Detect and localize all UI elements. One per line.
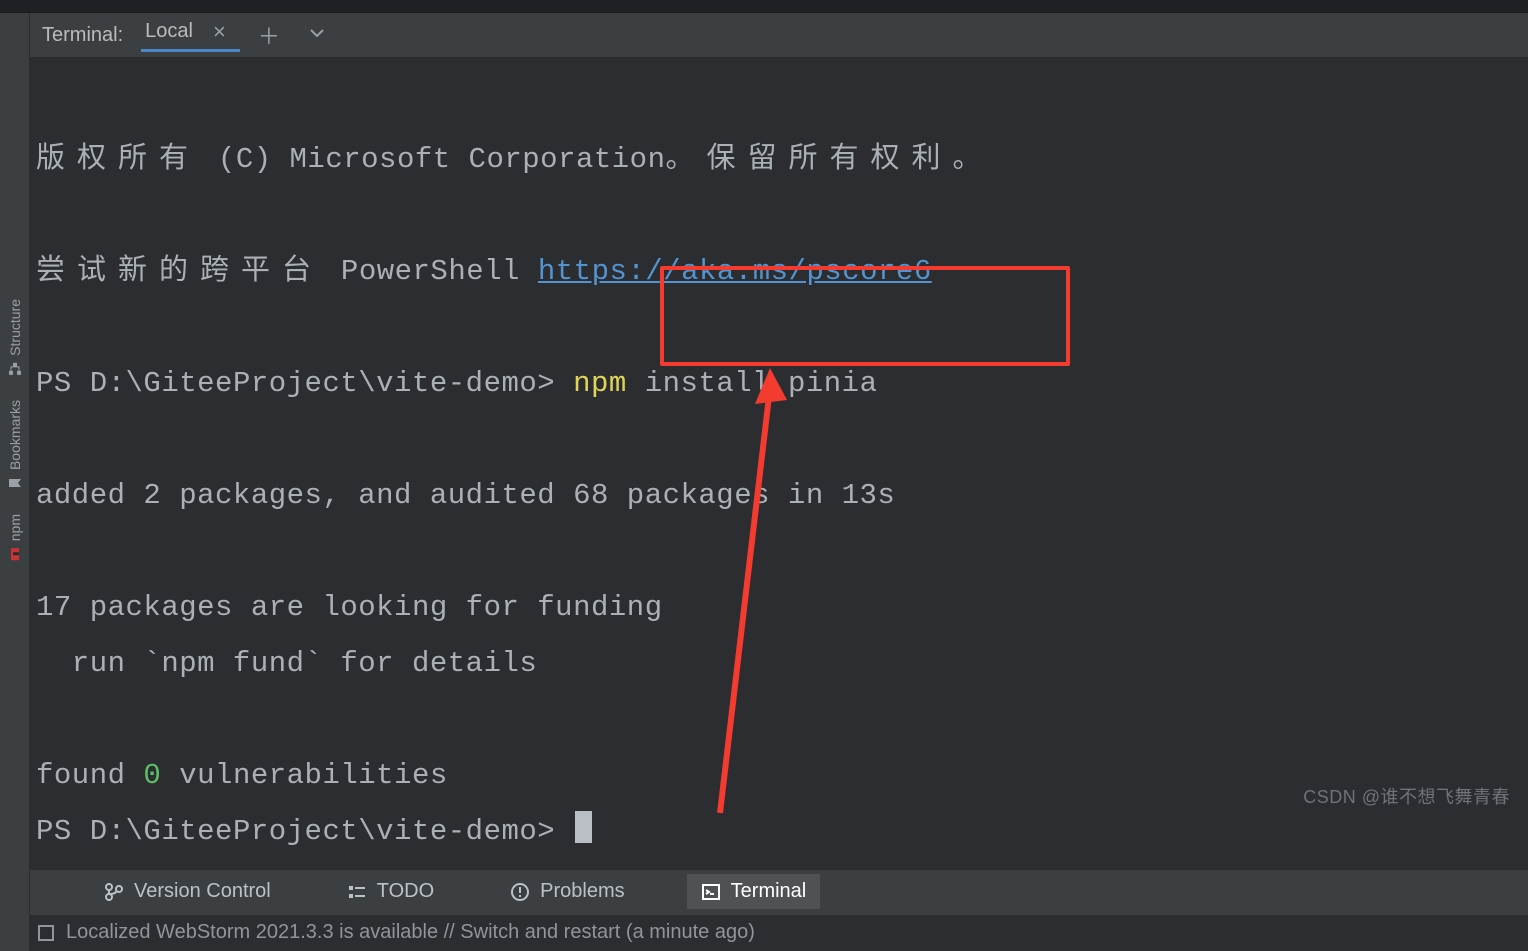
chevron-down-icon[interactable] bbox=[298, 24, 336, 47]
title-bar-strip bbox=[0, 0, 1528, 13]
terminal-title: Terminal: bbox=[42, 24, 133, 47]
npm-icon bbox=[8, 547, 22, 561]
toolwindow-structure[interactable]: Structure bbox=[7, 293, 23, 382]
copyright-en: (C) Microsoft Corporation bbox=[218, 143, 666, 176]
tab-terminal-label: Terminal bbox=[731, 880, 807, 903]
terminal-tab-label: Local bbox=[145, 20, 193, 43]
prompt2-ps: PS bbox=[36, 815, 90, 848]
toolwindow-structure-label: Structure bbox=[7, 299, 23, 356]
cmd-rest: install pinia bbox=[627, 367, 878, 400]
tab-todo[interactable]: TODO bbox=[333, 874, 448, 909]
terminal-body[interactable]: 版权所有 (C) Microsoft Corporation。保留所有权利。 尝… bbox=[30, 58, 1528, 869]
try-en: PowerShell bbox=[341, 255, 520, 288]
add-terminal-button[interactable]: ＋ bbox=[248, 19, 290, 51]
problems-icon bbox=[510, 882, 530, 902]
toolwindow-npm[interactable]: npm bbox=[7, 508, 23, 567]
tab-terminal[interactable]: Terminal bbox=[687, 874, 821, 909]
todo-icon bbox=[347, 882, 367, 902]
status-indicator-icon[interactable] bbox=[38, 925, 54, 941]
console-output: 版权所有 (C) Microsoft Corporation。保留所有权利。 尝… bbox=[36, 76, 1520, 869]
bookmark-icon bbox=[8, 476, 22, 490]
copyright-cjk-post: 。保留所有权利。 bbox=[666, 143, 994, 176]
funding-line1: 17 packages are looking for funding bbox=[36, 591, 663, 624]
main-column: Terminal: Local × ＋ 版权所有 (C) Microsoft C… bbox=[30, 13, 1528, 951]
terminal-icon bbox=[701, 882, 721, 902]
prompt2-path: D:\GiteeProject\vite-demo> bbox=[90, 815, 555, 848]
terminal-tab-local[interactable]: Local × bbox=[141, 19, 240, 52]
pscore-link[interactable]: https://aka.ms/pscore6 bbox=[538, 255, 932, 288]
added-line: added 2 packages, and audited 68 package… bbox=[36, 479, 895, 512]
cmd-npm: npm bbox=[573, 367, 627, 400]
tab-version-control[interactable]: Version Control bbox=[90, 874, 285, 909]
watermark: CSDN @谁不想飞舞青春 bbox=[1303, 783, 1510, 809]
tab-vcs-label: Version Control bbox=[134, 880, 271, 903]
bottom-toolwindow-bar: Version Control TODO Problems Terminal bbox=[30, 869, 1528, 914]
structure-icon bbox=[8, 362, 22, 376]
copyright-cjk-pre: 版权所有 bbox=[36, 143, 200, 176]
prompt1-path: D:\GiteeProject\vite-demo> bbox=[90, 367, 555, 400]
found-zero: 0 bbox=[143, 759, 161, 792]
funding-line2: run `npm fund` for details bbox=[36, 647, 537, 680]
status-bar: Localized WebStorm 2021.3.3 is available… bbox=[30, 914, 1528, 951]
prompt1-ps: PS bbox=[36, 367, 90, 400]
left-tool-strip: Structure Bookmarks npm bbox=[0, 13, 30, 951]
toolwindow-bookmarks-label: Bookmarks bbox=[7, 400, 23, 470]
status-text[interactable]: Localized WebStorm 2021.3.3 is available… bbox=[66, 921, 755, 944]
toolwindow-bookmarks[interactable]: Bookmarks bbox=[7, 394, 23, 496]
shell: Structure Bookmarks npm Terminal: Local … bbox=[0, 13, 1528, 951]
found-pre: found bbox=[36, 759, 143, 792]
tab-todo-label: TODO bbox=[377, 880, 434, 903]
tab-problems-label: Problems bbox=[540, 880, 624, 903]
close-icon[interactable]: × bbox=[203, 19, 236, 45]
try-cjk: 尝试新的跨平台 bbox=[36, 255, 323, 288]
cursor-block bbox=[575, 811, 592, 843]
branch-icon bbox=[104, 882, 124, 902]
tab-problems[interactable]: Problems bbox=[496, 874, 638, 909]
terminal-tabs: Terminal: Local × ＋ bbox=[30, 13, 1528, 58]
toolwindow-npm-label: npm bbox=[7, 514, 23, 541]
found-post: vulnerabilities bbox=[161, 759, 447, 792]
